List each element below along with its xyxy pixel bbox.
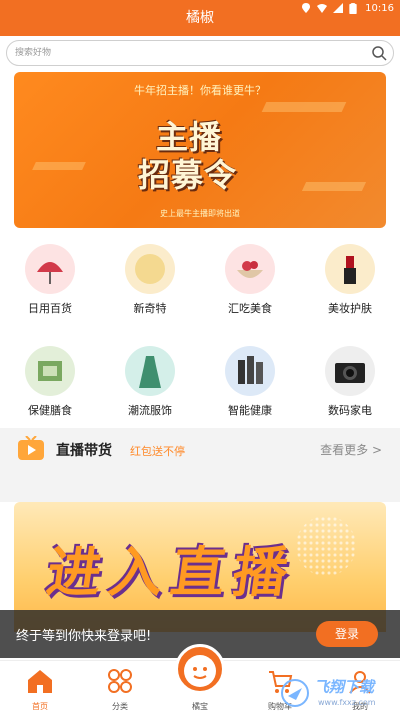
banner-title-line2: 招募令: [138, 156, 238, 194]
banner-decoration: [32, 162, 86, 170]
view-more-link[interactable]: 查看更多 >: [320, 441, 382, 458]
category-health-food[interactable]: 保健膳食: [10, 346, 90, 426]
banner-decoration: [296, 516, 356, 576]
category-novelty[interactable]: 新奇特: [110, 244, 190, 324]
nav-label: 首页: [32, 702, 48, 711]
smart-device-icon: [225, 346, 275, 396]
category-label: 美妆护肤: [328, 302, 372, 315]
category-label: 汇吃美食: [228, 302, 272, 315]
moon-lamp-icon: [125, 244, 175, 294]
category-smart-health[interactable]: 智能健康: [210, 346, 290, 426]
category-label: 潮流服饰: [128, 404, 172, 417]
watermark-logo-icon: [281, 679, 309, 707]
search-icon[interactable]: [371, 45, 387, 61]
category-fashion[interactable]: 潮流服饰: [110, 346, 190, 426]
watermark: 飞翔下载 www.fxxz.com: [280, 676, 390, 712]
camera-icon: [325, 346, 375, 396]
lipstick-icon: [325, 244, 375, 294]
category-label: 保健膳食: [28, 404, 72, 417]
category-label: 日用百货: [28, 302, 72, 315]
login-prompt-text: 终于等到你快来登录吧!: [16, 629, 152, 644]
app-header: 10:16 橘椒: [0, 0, 400, 36]
live-section-header: 直播带货 红包送不停 查看更多 >: [0, 428, 400, 470]
live-banner-text: 进入直播: [42, 541, 300, 604]
banner-headline: 牛年招主播！你看谁更牛？: [134, 84, 266, 97]
category-label: 数码家电: [328, 404, 372, 417]
watermark-text: 飞翔下载: [314, 678, 375, 696]
category-digital[interactable]: 数码家电: [310, 346, 390, 426]
category-daily-goods[interactable]: 日用百货: [10, 244, 90, 324]
category-food[interactable]: 汇吃美食: [210, 244, 290, 324]
banner-title: 主播 招募令: [124, 112, 294, 194]
dress-icon: [125, 346, 175, 396]
banner-tagline: 史上最牛主播即将出道: [160, 209, 240, 218]
health-box-icon: [25, 346, 75, 396]
category-icon: [106, 667, 134, 695]
promo-banner[interactable]: 牛年招主播！你看谁更牛？ 主播 招募令 史上最牛主播即将出道: [14, 72, 386, 228]
banner-decoration: [301, 182, 367, 191]
home-icon: [26, 667, 54, 695]
nav-label: 分类: [112, 702, 128, 711]
watermark-url: www.fxxz.com: [318, 698, 376, 707]
umbrella-icon: [25, 244, 75, 294]
tv-icon: [18, 435, 44, 460]
category-label: 智能健康: [228, 404, 272, 417]
live-section-subtitle: 红包送不停: [130, 445, 185, 458]
page-title: 橘椒: [186, 10, 214, 26]
login-button[interactable]: 登录: [316, 621, 378, 647]
search-input[interactable]: [15, 45, 355, 61]
mascot-icon[interactable]: [175, 644, 225, 694]
category-beauty[interactable]: 美妆护肤: [310, 244, 390, 324]
banner-decoration: [261, 102, 347, 112]
nav-item-category[interactable]: 分类: [80, 661, 160, 714]
live-section-title: 直播带货: [56, 443, 112, 459]
food-bowl-icon: [225, 244, 275, 294]
category-label: 新奇特: [133, 302, 167, 315]
nav-item-home[interactable]: 首页: [0, 661, 80, 714]
nav-label: 橘宝: [192, 702, 208, 711]
search-bar[interactable]: [6, 40, 394, 66]
